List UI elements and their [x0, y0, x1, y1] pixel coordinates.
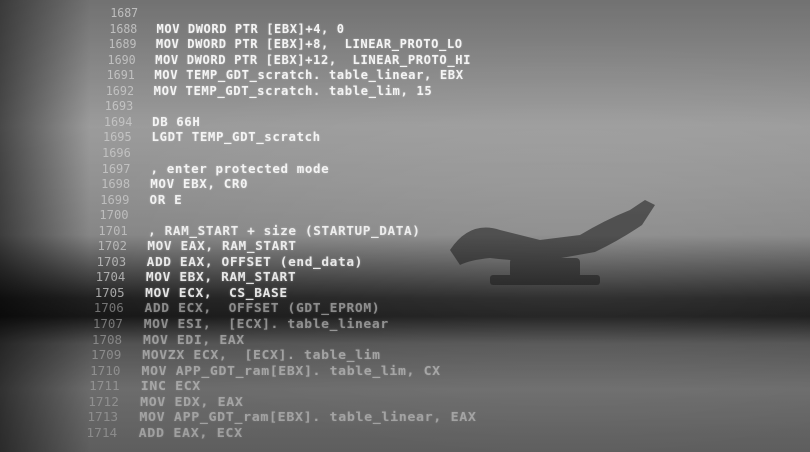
scene: 1687 1688 MOV DWORD PTR [EBX]+4, 0 1689 MOV …: [0, 0, 810, 452]
code-line: 1711 INC ECX: [69, 377, 201, 393]
code-line: 1704 MOV EBX, RAM_START: [76, 268, 296, 284]
code-line: 1689 MOV DWORD PTR [EBX]+8, LINEAR_PROTO_…: [90, 35, 463, 51]
code-line: 1695 LGDT TEMP_GDT_scratch: [84, 128, 321, 144]
code-line: 1710 MOV APP_GDT_ram[EBX]. table_lim, CX: [70, 362, 441, 378]
code-text: ADD EAX, ECX: [138, 424, 244, 440]
code-line: 1706 ADD ECX, OFFSET (GDT_EPROM): [74, 299, 380, 315]
code-line: 1698 MOV EBX, CR0: [82, 175, 248, 191]
code-text: LGDT TEMP_GDT_scratch: [151, 129, 322, 145]
code-text: MOV TEMP_GDT_scratch. table_lim, 15: [153, 82, 433, 98]
code-line: 1697, enter protected mode: [83, 160, 330, 176]
code-line: 1687: [92, 4, 157, 20]
code-line: 1696: [83, 144, 151, 160]
code-line: 1702 MOV EAX, RAM_START: [78, 237, 297, 253]
code-line: 1693: [86, 97, 153, 113]
code-line: 1688 MOV DWORD PTR [EBX]+4, 0: [91, 20, 345, 36]
code-listing: 1687 1688 MOV DWORD PTR [EBX]+4, 0 1689 MOV …: [0, 0, 810, 452]
code-line: 1691 MOV TEMP_GDT_scratch. table_linear, …: [88, 66, 464, 82]
code-line: 1690 MOV DWORD PTR [EBX]+12, LINEAR_PROTO…: [89, 51, 471, 67]
code-line: 1708 MOV EDI, EAX: [72, 331, 245, 347]
code-line: 1694 DB 66H: [85, 113, 200, 129]
line-number: 1714: [86, 425, 118, 440]
code-line: 1709 MOVZX ECX, [ECX]. table_lim: [71, 346, 381, 362]
code-line: 1703 ADD EAX, OFFSET (end_data): [77, 253, 363, 269]
code-line: 1705 MOV ECX, CS_BASE: [75, 284, 288, 300]
code-line: 1713 MOV APP_GDT_ram[EBX]. table_linear, …: [67, 408, 477, 424]
code-line: 1712 MOV EDX, EAX: [68, 393, 243, 409]
code-line: 1700: [80, 206, 149, 222]
code-line: 1699 OR E: [81, 191, 182, 207]
code-line: 1692 MOV TEMP_GDT_scratch. table_lim, 15: [87, 82, 432, 98]
code-line: 1707 MOV ESI, [ECX]. table_linear: [73, 315, 389, 331]
code-text: OR E: [149, 191, 182, 207]
code-line: 1714 ADD EAX, ECX: [66, 424, 243, 440]
code-line: 1701, RAM_START + size (STARTUP_DATA): [79, 222, 421, 238]
